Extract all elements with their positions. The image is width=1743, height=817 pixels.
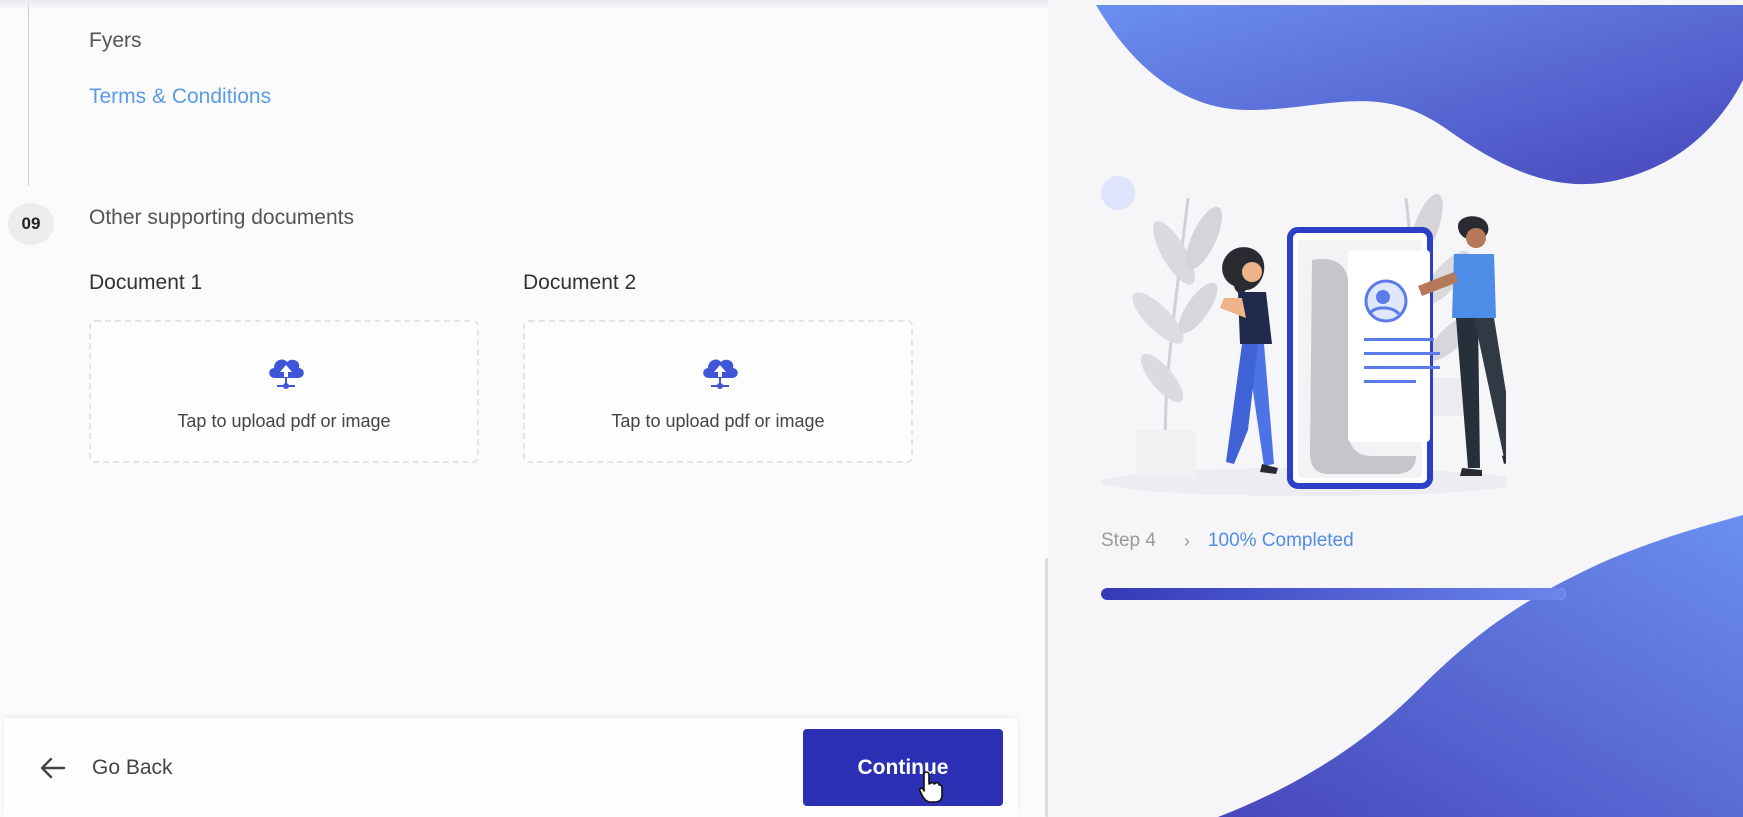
progress-bar <box>1101 588 1566 600</box>
broker-name: Fyers <box>89 29 142 52</box>
cloud-upload-icon <box>269 359 304 389</box>
illustration-panel: Step 4 › 100% Completed <box>1048 0 1743 817</box>
step-number-badge: 09 <box>8 203 54 245</box>
progress-percent-label: 100% Completed <box>1207 530 1354 551</box>
hand-cursor-icon <box>918 771 943 803</box>
footer-bar: Go Back Continue <box>4 718 1018 817</box>
chevron-right-icon: › <box>1183 530 1190 551</box>
document-2-label: Document 2 <box>523 271 637 294</box>
document-2-upload[interactable]: Tap to upload pdf or image <box>523 320 913 463</box>
arrow-left-icon <box>40 757 66 779</box>
progress-bar-fill <box>1101 588 1566 600</box>
go-back-label: Go Back <box>92 756 173 779</box>
upload-hint: Tap to upload pdf or image <box>177 411 391 431</box>
continue-button[interactable]: Continue <box>803 729 1003 806</box>
progress-status: Step 4 › 100% Completed <box>1101 530 1354 552</box>
terms-conditions-link[interactable]: Terms & Conditions <box>89 85 271 109</box>
form-panel: Fyers Terms & Conditions 09 Other suppor… <box>0 0 1049 817</box>
document-1-upload[interactable]: Tap to upload pdf or image <box>89 320 479 463</box>
cloud-upload-icon <box>703 359 738 389</box>
document-1-label: Document 1 <box>89 271 203 294</box>
timeline-line <box>28 0 29 186</box>
section-title: Other supporting documents <box>89 206 354 229</box>
go-back-button[interactable]: Go Back <box>40 756 173 780</box>
step-label: Step 4 <box>1101 530 1156 551</box>
people-documents-illustration <box>1101 193 1506 496</box>
upload-hint: Tap to upload pdf or image <box>611 411 825 431</box>
